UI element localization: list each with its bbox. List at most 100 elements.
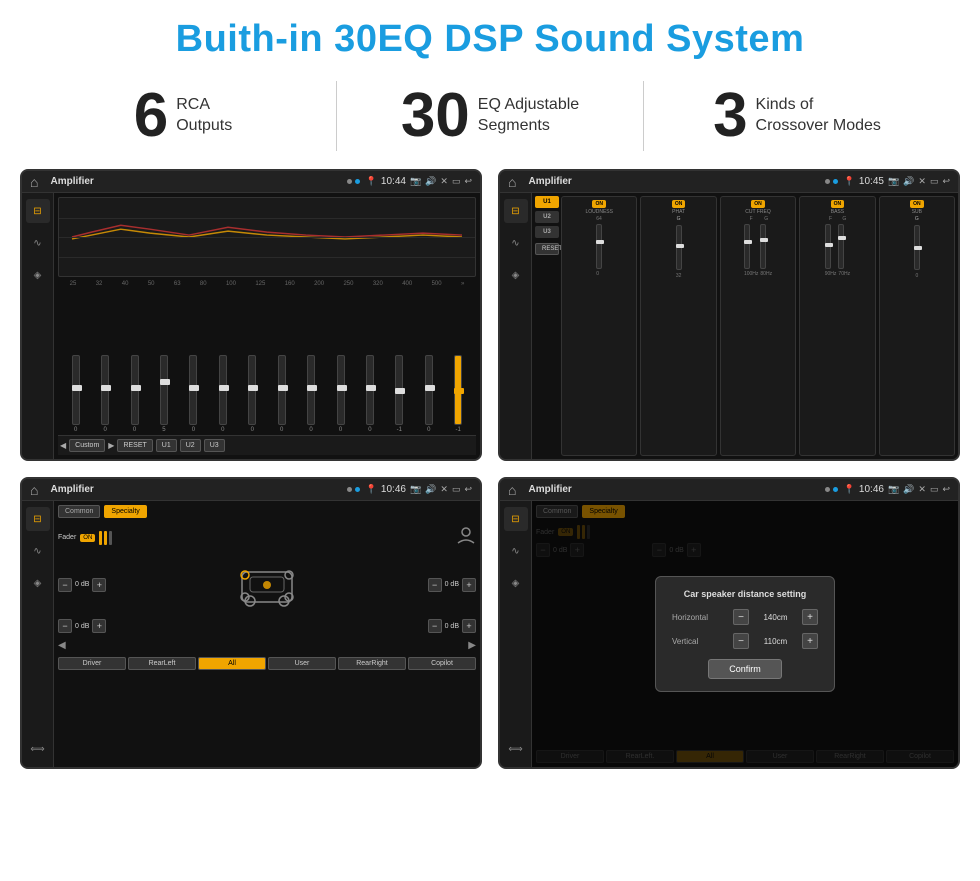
eq-slider-13[interactable]: -1: [454, 355, 462, 433]
arrow-right[interactable]: ▶: [468, 640, 476, 651]
speaker-mode-icon-4[interactable]: ◈: [504, 571, 528, 595]
loudness-toggle[interactable]: ON: [592, 200, 606, 208]
expand-icon-4[interactable]: ⟺: [504, 737, 528, 761]
volume-row-top: − 0 dB +: [58, 557, 476, 612]
rear-left-btn[interactable]: RearLeft: [128, 657, 196, 670]
fader-slide-2: [104, 531, 107, 545]
confirm-button[interactable]: Confirm: [708, 659, 782, 679]
eq-mode-icon-4[interactable]: ⊟: [504, 507, 528, 531]
eq-slider-0[interactable]: 0: [72, 355, 80, 433]
play-icon[interactable]: ▶: [108, 441, 114, 450]
user-btn[interactable]: User: [268, 657, 336, 670]
maximize-icon-2: ▭: [930, 176, 939, 187]
wave-mode-icon-4[interactable]: ∿: [504, 539, 528, 563]
sub-slider[interactable]: [914, 225, 920, 270]
vol-fr-minus[interactable]: −: [428, 578, 442, 592]
back-icon-4: ↩: [942, 484, 950, 495]
tab-specialty-3[interactable]: Specialty: [104, 505, 146, 518]
speaker-mode-icon[interactable]: ◈: [26, 263, 50, 287]
eq-slider-1[interactable]: 0: [101, 355, 109, 433]
speaker-mode-icon-2[interactable]: ◈: [504, 263, 528, 287]
eq-mode-icon[interactable]: ⊟: [26, 199, 50, 223]
close-icon-2: ✕: [918, 176, 926, 187]
stat-label-rca: RCA Outputs: [176, 95, 232, 137]
amp-main-area-4: Common Specialty Fader ON: [532, 501, 958, 767]
eq-slider-10[interactable]: 0: [366, 355, 374, 433]
preset-u3[interactable]: U3: [535, 226, 559, 238]
expand-icon-3[interactable]: ⟺: [26, 737, 50, 761]
grid-h2: [59, 237, 475, 238]
status-dot-1b: [355, 179, 360, 184]
eq-slider-9[interactable]: 0: [337, 355, 345, 433]
eq-slider-6[interactable]: 0: [248, 355, 256, 433]
reset-button-2[interactable]: RESET: [535, 243, 559, 255]
bass-slider-f[interactable]: [825, 224, 831, 269]
vertical-plus-button[interactable]: +: [802, 633, 818, 649]
vol-fr-plus[interactable]: +: [462, 578, 476, 592]
stat-divider-1: [336, 81, 337, 151]
eq-slider-5[interactable]: 0: [219, 355, 227, 433]
freq-labels: 25 32 40 50 63 80 100 125 160 200 250 32…: [58, 281, 476, 287]
status-bar-2: ⌂ Amplifier 📍 10:45 📷 🔊 ✕ ▭ ↩: [500, 171, 958, 193]
vol-rl-minus[interactable]: −: [58, 619, 72, 633]
phat-toggle[interactable]: ON: [672, 200, 686, 208]
loudness-slider-1[interactable]: [596, 224, 602, 269]
status-bar-4: ⌂ Amplifier 📍 10:46 📷 🔊 ✕ ▭ ↩: [500, 479, 958, 501]
stat-label-eq: EQ Adjustable Segments: [478, 95, 579, 137]
horizontal-minus-button[interactable]: −: [733, 609, 749, 625]
cutfreq-toggle[interactable]: ON: [751, 200, 765, 208]
bass-toggle[interactable]: ON: [831, 200, 845, 208]
close-icon-1: ✕: [440, 176, 448, 187]
eq-slider-2[interactable]: 0: [131, 355, 139, 433]
location-icon-2: 📍: [844, 176, 855, 187]
custom-button[interactable]: Custom: [69, 439, 105, 452]
eq-slider-4[interactable]: 0: [189, 355, 197, 433]
rear-right-btn[interactable]: RearRight: [338, 657, 406, 670]
all-btn[interactable]: All: [198, 657, 266, 670]
close-icon-3: ✕: [440, 484, 448, 495]
eq-mode-icon-2[interactable]: ⊟: [504, 199, 528, 223]
horizontal-plus-button[interactable]: +: [802, 609, 818, 625]
cutfreq-slider-g[interactable]: [760, 224, 766, 269]
arrow-left[interactable]: ◀: [58, 640, 66, 651]
u1-button[interactable]: U1: [156, 439, 177, 452]
vol-fl-plus[interactable]: +: [92, 578, 106, 592]
speaker-mode-icon-3[interactable]: ◈: [26, 571, 50, 595]
status-icons-3: 📍 10:46 📷 🔊 ✕ ▭ ↩: [366, 484, 472, 495]
vol-rr-minus[interactable]: −: [428, 619, 442, 633]
eq-mode-icon-3[interactable]: ⊟: [26, 507, 50, 531]
u3-button[interactable]: U3: [204, 439, 225, 452]
eq-slider-12[interactable]: 0: [425, 355, 433, 433]
vol-rr-plus[interactable]: +: [462, 619, 476, 633]
stat-crossover: 3 Kinds of Crossover Modes: [654, 85, 940, 147]
driver-btn[interactable]: Driver: [58, 657, 126, 670]
reset-button-1[interactable]: RESET: [117, 439, 152, 452]
wave-mode-icon-2[interactable]: ∿: [504, 231, 528, 255]
cutfreq-section: ON CUT FREQ F 100Hz G: [720, 196, 796, 456]
eq-slider-11[interactable]: -1: [395, 355, 403, 433]
volume-icon-1: 🔊: [425, 176, 436, 187]
fader-sliders: [99, 531, 112, 545]
tab-common-3[interactable]: Common: [58, 505, 100, 518]
eq-bottom-bar: ◀ Custom ▶ RESET U1 U2 U3: [58, 435, 476, 455]
vertical-minus-button[interactable]: −: [733, 633, 749, 649]
vol-fl-minus[interactable]: −: [58, 578, 72, 592]
screen2-content: ⊟ ∿ ◈ U1 U2 U3 RESET ON LOUDNESS: [500, 193, 958, 459]
eq-slider-3[interactable]: 5: [160, 355, 168, 433]
sub-toggle[interactable]: ON: [910, 200, 924, 208]
vol-rl-plus[interactable]: +: [92, 619, 106, 633]
wave-mode-icon[interactable]: ∿: [26, 231, 50, 255]
bass-slider-g[interactable]: [838, 224, 844, 269]
volume-row-bottom: − 0 dB + − 0 dB +: [58, 619, 476, 633]
phat-slider[interactable]: [676, 225, 682, 270]
prev-icon[interactable]: ◀: [60, 441, 66, 450]
wave-mode-icon-3[interactable]: ∿: [26, 539, 50, 563]
u2-button[interactable]: U2: [180, 439, 201, 452]
preset-u2[interactable]: U2: [535, 211, 559, 223]
cutfreq-slider-f[interactable]: [744, 224, 750, 269]
eq-slider-7[interactable]: 0: [278, 355, 286, 433]
eq-slider-8[interactable]: 0: [307, 355, 315, 433]
copilot-btn[interactable]: Copilot: [408, 657, 476, 670]
grid-h3: [59, 257, 475, 258]
preset-u1[interactable]: U1: [535, 196, 559, 208]
